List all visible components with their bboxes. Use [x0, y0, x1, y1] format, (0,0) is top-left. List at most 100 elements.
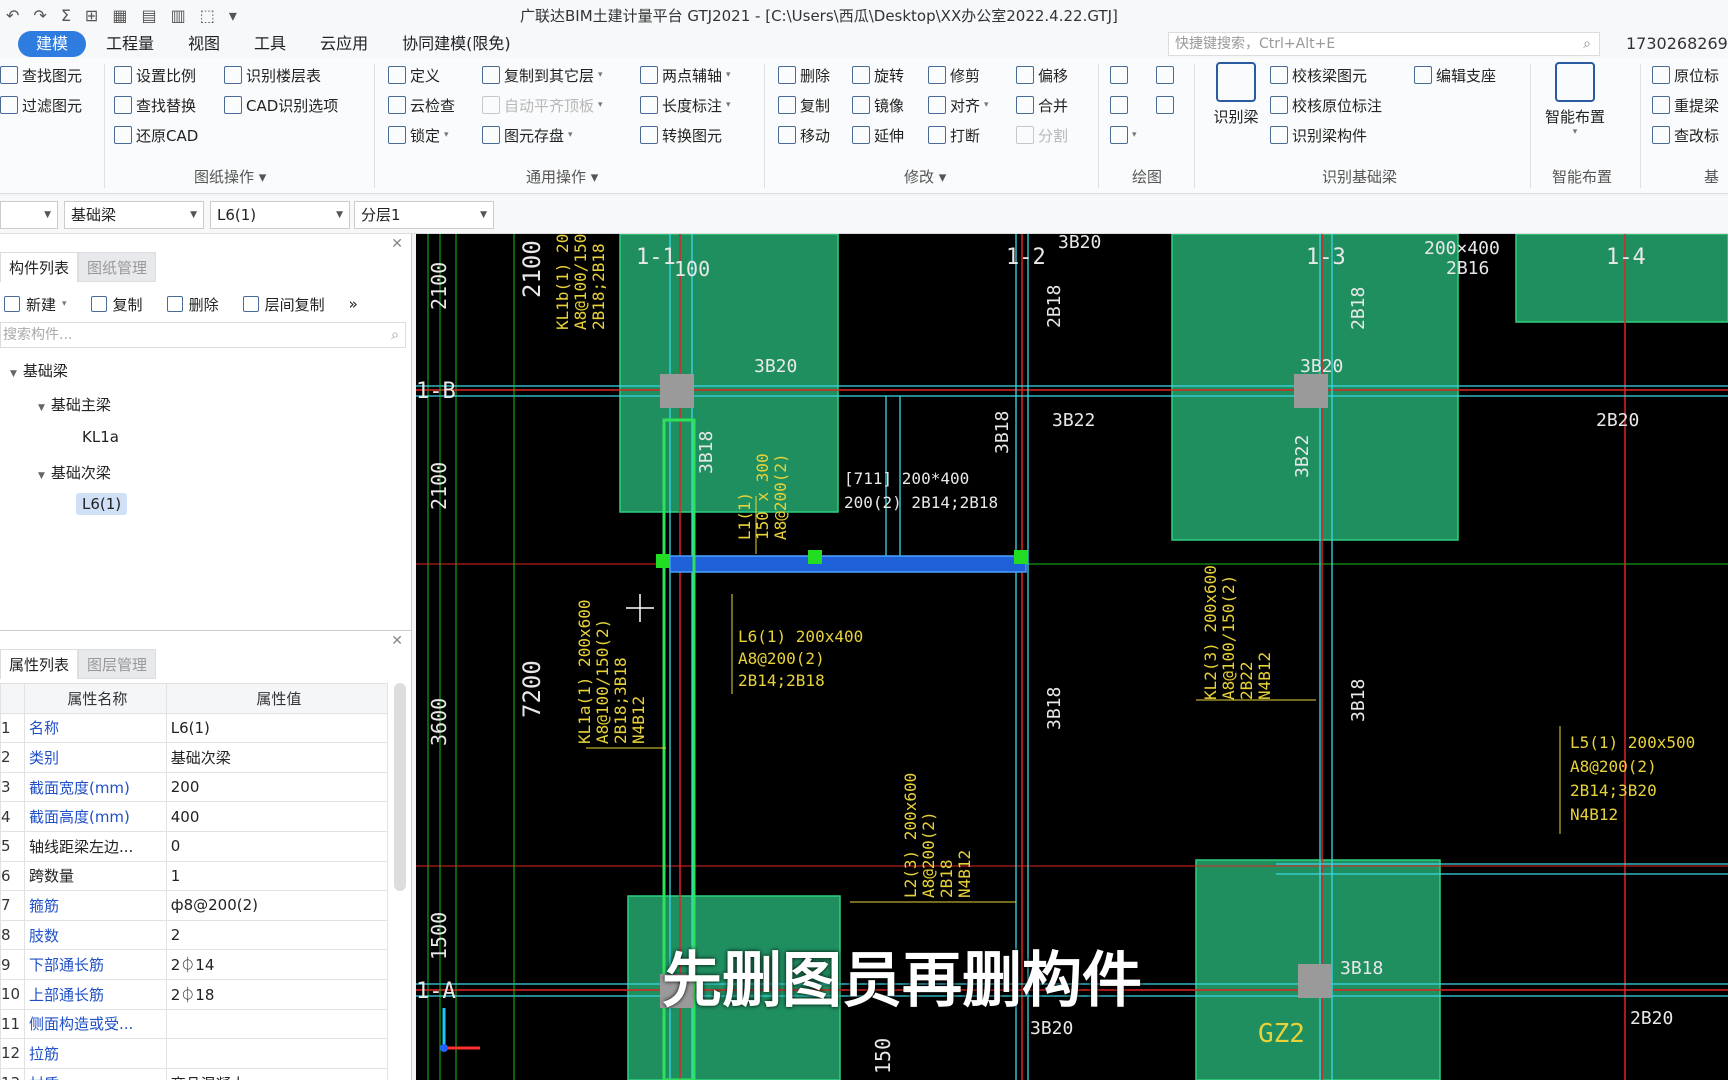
delete-component-button[interactable]: 删除 [166, 294, 219, 315]
menu-modeling[interactable]: 建模 [18, 31, 87, 57]
frame-icon[interactable]: ⬚ [200, 6, 215, 25]
table-icon[interactable]: ▦ [112, 6, 127, 25]
break-button[interactable]: 打断 [928, 122, 980, 148]
menu-tools[interactable]: 工具 [240, 31, 300, 57]
property-row[interactable]: 12 拉筋 [0, 1038, 389, 1069]
property-row[interactable]: 1 名称 L6(1) [0, 712, 389, 744]
mirror-button[interactable]: 镜像 [852, 92, 904, 118]
user-account[interactable]: 17302682690 [1626, 34, 1728, 53]
two-point-axis-button[interactable]: 两点辅轴 ▾ [640, 62, 731, 88]
rect-draw-button[interactable] [1156, 92, 1174, 118]
point-draw-button[interactable] [1110, 62, 1128, 88]
customize-icon[interactable]: ▾ [229, 6, 237, 25]
align-button[interactable]: 对齐 ▾ [928, 92, 989, 118]
line-draw-button[interactable] [1110, 92, 1128, 118]
selected-beam-l6[interactable] [669, 555, 1027, 573]
property-value[interactable]: 400 [165, 801, 389, 832]
find-element-button[interactable]: 查找图元 [0, 62, 82, 88]
copy-button[interactable]: 复制 [778, 92, 830, 118]
property-value[interactable]: 商品混凝土 [165, 1067, 389, 1080]
check-annotation-button[interactable]: 校核原位标注 [1270, 92, 1382, 118]
recognize-floor-table-button[interactable]: 识别楼层表 [224, 62, 321, 88]
layer-dropdown[interactable]: 分层1 ▼ [354, 201, 494, 229]
menu-quantity[interactable]: 工程量 [92, 31, 168, 57]
move-button[interactable]: 移动 [778, 122, 830, 148]
rotate-button[interactable]: 旋转 [852, 62, 904, 88]
convert-element-button[interactable]: 转换图元 [640, 122, 722, 148]
property-row[interactable]: 4 截面高度(mm) 400 [0, 801, 389, 832]
check-label-button[interactable]: 查改标 [1652, 122, 1719, 148]
property-row[interactable]: 9 下部通长筋 2⏀14 [0, 949, 389, 980]
auto-align-button[interactable]: 自动平齐顶板 ▾ [482, 92, 603, 118]
property-row[interactable]: 13材质商品混凝土 [0, 1067, 389, 1080]
layout-icon[interactable]: ▥ [171, 6, 186, 25]
filter-element-button[interactable]: 过滤图元 [0, 92, 82, 118]
property-value[interactable]: 2 [165, 919, 389, 951]
property-row[interactable]: 7 箍筋 ф8@200(2) [0, 890, 389, 921]
category-dropdown[interactable]: 基础梁 ▼ [64, 201, 204, 229]
close-icon[interactable]: ✕ [391, 633, 403, 649]
set-scale-button[interactable]: 设置比例 [114, 62, 196, 88]
redo-icon[interactable]: ↷ [33, 6, 46, 25]
property-value[interactable]: 2⏀18 [165, 978, 389, 1010]
property-row[interactable]: 10 上部通长筋 2⏀18 [0, 978, 389, 1010]
close-icon[interactable]: ✕ [391, 236, 403, 252]
find-replace-button[interactable]: 查找替换 [114, 92, 196, 118]
edit-support-button[interactable]: 编辑支座 [1414, 62, 1496, 88]
length-dim-button[interactable]: 长度标注 ▾ [640, 92, 731, 118]
menu-collab[interactable]: 协同建模(限免) [388, 31, 525, 57]
tab-property-list[interactable]: 属性列表 [0, 649, 79, 679]
property-row[interactable]: 5 轴线距梁左边... 0 [0, 830, 389, 862]
scrollbar[interactable] [394, 683, 406, 891]
property-value[interactable] [165, 1008, 389, 1040]
cad-options-button[interactable]: CAD识别选项 [224, 92, 338, 118]
floor-dropdown[interactable]: ▼ [0, 201, 58, 229]
new-component-button[interactable]: 新建 ▾ [4, 294, 67, 315]
property-row[interactable]: 11 侧面构造或受... [0, 1008, 389, 1040]
cloud-check-button[interactable]: 云检查 [388, 92, 455, 118]
check-beam-button[interactable]: 校核梁图元 [1270, 62, 1367, 88]
copy-between-floors-button[interactable]: 层间复制 [242, 294, 325, 315]
tree-item-l6[interactable]: L6(1) [76, 493, 128, 515]
tab-layer-manage[interactable]: 图层管理 [78, 649, 157, 679]
element-save-button[interactable]: 图元存盘 ▾ [482, 122, 573, 148]
tree-node-main-beam[interactable]: ▼ 基础主梁 [38, 394, 111, 415]
property-row[interactable]: 6 跨数量 1 [0, 860, 389, 892]
property-row[interactable]: 8 肢数 2 [0, 919, 389, 951]
rotate-point-button[interactable] [1156, 62, 1174, 88]
offset-button[interactable]: 偏移 [1016, 62, 1068, 88]
shortcut-search-input[interactable]: 快捷键搜索，Ctrl+Alt+E ⌕ [1168, 32, 1600, 56]
merge-button[interactable]: 合并 [1016, 92, 1068, 118]
undo-icon[interactable]: ↶ [6, 6, 19, 25]
menu-cloud[interactable]: 云应用 [306, 31, 382, 57]
smart-layout-button[interactable]: 智能布置 ▾ [1538, 62, 1612, 137]
property-value[interactable]: 基础次梁 [165, 742, 389, 773]
copy-to-layer-button[interactable]: 复制到其它层 ▾ [482, 62, 603, 88]
tab-component-list[interactable]: 构件列表 [0, 252, 79, 282]
extend-button[interactable]: 延伸 [852, 122, 904, 148]
property-value[interactable]: 200 [165, 771, 389, 803]
property-value[interactable] [165, 1038, 389, 1069]
property-value[interactable]: 2⏀14 [165, 949, 389, 980]
split-button[interactable]: 分割 [1016, 122, 1068, 148]
tree-node-secondary-beam[interactable]: ▼ 基础次梁 [38, 462, 111, 483]
property-value[interactable]: 1 [165, 860, 389, 892]
menu-view[interactable]: 视图 [174, 31, 234, 57]
tab-drawing-manage[interactable]: 图纸管理 [78, 252, 157, 282]
component-search-input[interactable]: 搜索构件... ⌕ [0, 322, 406, 348]
copy-component-button[interactable]: 复制 [90, 294, 143, 315]
sum-icon[interactable]: Σ [61, 6, 71, 25]
property-row[interactable]: 3 截面宽度(mm) 200 [0, 771, 389, 803]
report-icon[interactable]: ▤ [141, 6, 156, 25]
tree-node-foundation-beam[interactable]: ▼ 基础梁 [10, 360, 68, 381]
recognize-beam-button[interactable]: 识别梁 [1206, 62, 1266, 127]
recognize-beam-component-button[interactable]: 识别梁构件 [1270, 122, 1367, 148]
property-value[interactable]: ф8@200(2) [165, 890, 389, 921]
property-row[interactable]: 2 类别 基础次梁 [0, 742, 389, 773]
in-situ-label-button[interactable]: 原位标 [1652, 62, 1719, 88]
more-icon[interactable]: » [349, 295, 358, 313]
grid-icon[interactable]: ⊞ [85, 6, 98, 25]
define-button[interactable]: 定义 [388, 62, 440, 88]
arc-draw-button[interactable]: ▾ [1110, 122, 1137, 148]
lock-button[interactable]: 锁定 ▾ [388, 122, 449, 148]
